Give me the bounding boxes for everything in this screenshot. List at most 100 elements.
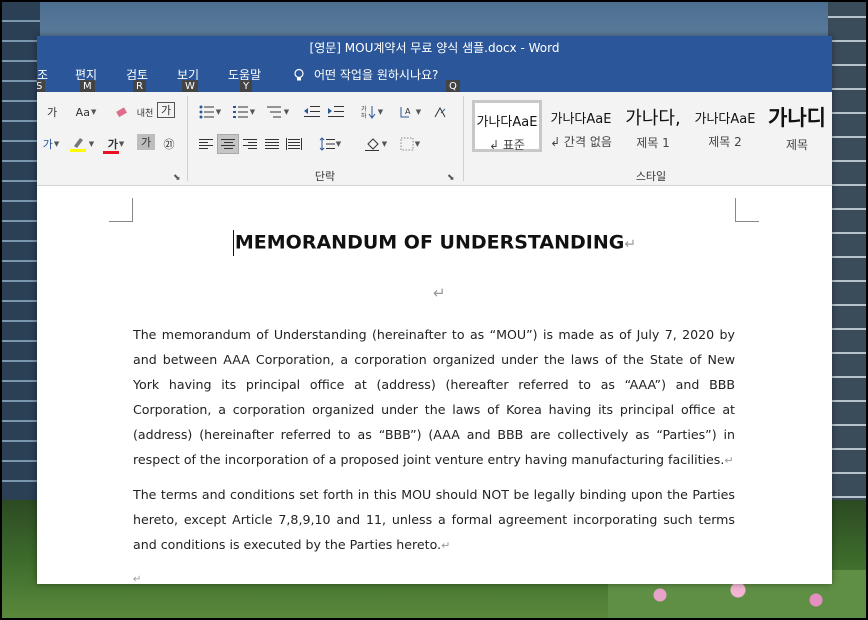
font-group: 가 Aa ▼ 내천 가 가 ▼ ▼ 가 ▼ 가 ㉑ ⬊ — [37, 92, 187, 186]
font-color-button[interactable]: 가 ▼ — [101, 134, 131, 154]
text-direction-icon — [434, 106, 446, 118]
distributed-button[interactable] — [283, 134, 305, 154]
svg-text:가: 가 — [361, 105, 367, 113]
text-effects-glyph: 가 — [42, 138, 53, 151]
background-building-right — [828, 0, 868, 520]
line-spacing-button[interactable]: ▼ — [315, 134, 345, 154]
change-case-button[interactable]: Aa ▼ — [71, 102, 101, 122]
font-color-swatch — [103, 151, 119, 154]
increase-indent-button[interactable] — [325, 102, 347, 122]
formatting-marks-icon: A — [400, 107, 411, 118]
clear-formatting-button[interactable] — [112, 102, 134, 122]
eraser-icon — [116, 107, 127, 118]
ribbon: 가 Aa ▼ 내천 가 가 ▼ ▼ 가 ▼ 가 ㉑ ⬊ ▼ ▼ ▼ 가 하 ▼ … — [37, 92, 832, 186]
document-page[interactable]: MEMORANDUM OF UNDERSTANDING↵ ↵ The memor… — [37, 186, 832, 584]
justify-icon — [265, 137, 279, 151]
trailing-paragraph-mark: ↵ — [133, 574, 142, 584]
paragraph-text: The memorandum of Understanding (hereina… — [133, 327, 735, 467]
window-title: [영문] MOU계약서 무료 양식 샘플.docx - Word — [309, 40, 560, 55]
highlighter-icon — [69, 138, 86, 152]
enclose-characters-glyph: ㉑ — [163, 138, 175, 151]
borders-icon — [400, 137, 414, 151]
tell-me-text: 어떤 작업을 원하시나요? — [314, 68, 439, 82]
align-left-button[interactable] — [195, 134, 217, 154]
multilevel-list-icon — [266, 106, 281, 118]
character-border-button[interactable]: 가 — [157, 102, 175, 118]
phonetic-guide-button[interactable]: 내천 — [134, 102, 156, 122]
text-effects-button[interactable]: 가 ▼ — [37, 134, 65, 154]
decrease-indent-icon — [304, 106, 320, 117]
svg-text:A: A — [405, 107, 411, 116]
chevron-down-icon: ▼ — [414, 140, 421, 148]
sort-button[interactable]: 가하 ▼ — [357, 102, 387, 122]
chevron-down-icon: ▼ — [88, 140, 95, 148]
paragraph-text: The terms and conditions set forth in th… — [133, 487, 735, 552]
word-window: [영문] MOU계약서 무료 양식 샘플.docx - Word 조 S 편지 … — [37, 36, 832, 584]
text-direction-button[interactable] — [429, 102, 451, 122]
change-case-glyph: Aa — [75, 105, 90, 119]
align-left-icon — [199, 137, 213, 151]
chevron-down-icon: ▼ — [377, 108, 384, 116]
menu-bar: 조 S 편지 M 검토 R 보기 W 도움말 Y 어떤 작업을 원하시나요? Q — [37, 58, 832, 94]
align-right-icon — [243, 137, 257, 151]
character-border-glyph: 가 — [160, 104, 172, 117]
body-paragraph: The memorandum of Understanding (hereina… — [133, 322, 735, 473]
show-hide-marks-button[interactable]: A ▼ — [395, 102, 425, 122]
paint-bucket-icon — [364, 138, 379, 151]
text-cursor — [232, 230, 234, 256]
numbering-button[interactable]: ▼ — [229, 102, 259, 122]
font-size-button[interactable]: 가 — [41, 102, 63, 122]
empty-paragraph-mark: ↵ — [433, 284, 446, 302]
highlight-color-button[interactable]: ▼ — [67, 134, 97, 154]
chevron-down-icon: ▼ — [381, 140, 388, 148]
crop-mark-top-left — [109, 198, 133, 222]
tell-me-box[interactable]: 어떤 작업을 원하시나요? — [292, 66, 438, 83]
svg-text:하: 하 — [361, 112, 367, 119]
crop-mark-top-right — [735, 198, 759, 222]
align-center-icon — [221, 137, 235, 151]
bullets-icon — [199, 105, 214, 119]
chevron-down-icon: ▼ — [249, 108, 256, 116]
distributed-icon — [286, 138, 302, 150]
shading-button[interactable]: ▼ — [361, 134, 391, 154]
font-dialog-launcher-icon[interactable]: ⬊ — [173, 173, 181, 183]
paragraph-mark: ↵ — [441, 539, 451, 552]
increase-indent-icon — [328, 106, 344, 117]
chevron-down-icon: ▼ — [118, 140, 125, 148]
title-bar: [영문] MOU계약서 무료 양식 샘플.docx - Word — [37, 36, 832, 58]
styles-group: 스타일 — [470, 92, 832, 186]
font-color-glyph: 가 — [107, 138, 118, 151]
enclose-characters-button[interactable]: ㉑ — [158, 134, 180, 154]
styles-group-label: 스타일 — [635, 170, 667, 183]
phonetic-guide-glyph: 내천 — [136, 108, 154, 119]
group-divider — [463, 96, 464, 181]
align-right-button[interactable] — [239, 134, 261, 154]
chevron-down-icon: ▼ — [415, 108, 422, 116]
body-paragraph: The terms and conditions set forth in th… — [133, 482, 735, 558]
align-center-button[interactable] — [217, 134, 239, 154]
group-divider — [187, 96, 188, 181]
multilevel-list-button[interactable]: ▼ — [263, 102, 293, 122]
chevron-down-icon: ▼ — [335, 140, 342, 148]
document-title-text: MEMORANDUM OF UNDERSTANDING — [234, 231, 625, 254]
paragraph-group-label: 단락 — [314, 170, 336, 183]
document-title: MEMORANDUM OF UNDERSTANDING↵ — [37, 230, 832, 256]
chevron-down-icon: ▼ — [215, 108, 222, 116]
numbering-icon — [232, 106, 248, 118]
justify-button[interactable] — [261, 134, 283, 154]
sort-icon: 가하 — [361, 105, 376, 119]
font-size-glyph: 가 — [46, 106, 58, 119]
line-spacing-icon — [319, 137, 335, 151]
chevron-down-icon: ▼ — [283, 108, 290, 116]
lightbulb-icon — [294, 68, 304, 80]
character-shading-glyph: 가 — [140, 136, 152, 149]
paragraph-group: ▼ ▼ ▼ 가 하 ▼ A ▼ ▼ ▼ ▼ ⬊ 단락 — [189, 92, 461, 186]
chevron-down-icon: ▼ — [53, 140, 60, 148]
bullets-button[interactable]: ▼ — [195, 102, 225, 122]
borders-button[interactable]: ▼ — [395, 134, 425, 154]
paragraph-mark: ↵ — [624, 236, 637, 253]
decrease-indent-button[interactable] — [301, 102, 323, 122]
chevron-down-icon: ▼ — [90, 108, 97, 116]
character-shading-button[interactable]: 가 — [137, 134, 155, 150]
paragraph-mark: ↵ — [724, 454, 734, 467]
